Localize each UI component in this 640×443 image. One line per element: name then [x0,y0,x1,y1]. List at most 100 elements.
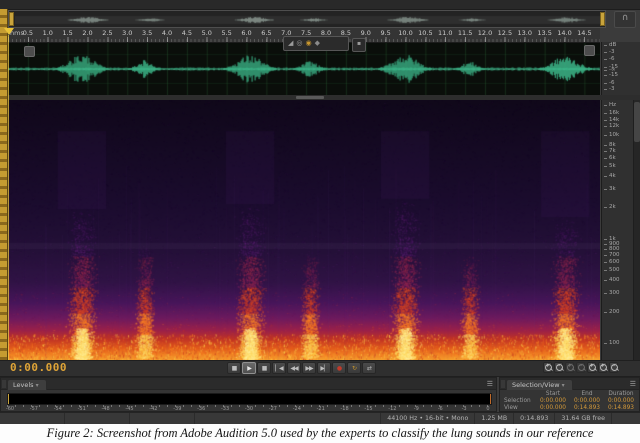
amplitude-scale[interactable]: dB-3-6-15-∞-15-6-3 [601,42,640,95]
clip-badge-icon[interactable] [24,46,35,57]
status-segment: 31.64 GB free [555,413,612,424]
status-empty-segment [130,413,195,424]
ruler-label: 10.0 [398,29,412,37]
selview-row: Selection0:00.0000:00.0000:00.000 [502,398,639,405]
zoom-out-vertical-button[interactable]: − [576,362,585,373]
ruler-label: 11.0 [438,29,452,37]
freq-label: 5k [609,164,616,170]
db-label: -3 [609,50,614,56]
ruler-label: 9.5 [380,29,390,37]
selview-value[interactable]: 0:14.893 [570,406,604,412]
zoom-sign: + [544,363,551,370]
playhead-marker[interactable] [4,28,14,35]
panel-left-drag-strip[interactable] [0,9,8,377]
freq-label: 7k [609,149,616,155]
selview-value[interactable]: 0:00.000 [604,399,638,405]
rewind-button[interactable]: ◀◀ [287,362,301,374]
ruler-label: 1.0 [43,29,53,37]
zoom-out-button[interactable]: − [554,362,563,373]
panel-menu-icon[interactable]: ☰ [630,380,636,388]
hud-pin-icon[interactable]: ▪ [352,38,366,52]
tab-selection-view[interactable]: Selection/View ▾ [506,379,573,390]
ruler-label: 14.0 [557,29,571,37]
freq-label: 100 [609,341,620,347]
ruler-label: 12.5 [498,29,512,37]
status-bar: 44100 Hz • 16-bit • Mono1.25 MB0:14.8933… [0,412,640,424]
vertical-scrollbar[interactable] [633,100,640,360]
ruler-label: 10.5 [418,29,432,37]
selview-value[interactable]: 0:00.000 [536,399,570,405]
ruler-label: 13.0 [518,29,532,37]
zoom-in-point-button[interactable]: + [598,362,607,373]
navigator-left-handle[interactable] [9,12,14,26]
skip-selection-button[interactable]: ⇄ [362,362,376,374]
ruler-label: 0.5 [23,29,33,37]
time-display[interactable]: 0:00.000 [10,361,67,374]
spectrogram-display[interactable] [8,100,600,360]
zoom-in-vertical-button[interactable]: + [565,362,574,373]
selview-column-header: Start [536,392,570,398]
status-segment: 0:14.893 [514,413,555,424]
status-segment: 1.25 MB [475,413,514,424]
skip-to-end-button[interactable]: ▶▏ [317,362,331,374]
selview-value[interactable]: 0:00.000 [536,406,570,412]
hud-volume-knob-icon[interactable]: ◎ [296,40,302,47]
navigator-right-handle[interactable] [600,12,605,26]
selection-view-table: StartEndDurationSelection0:00.0000:00.00… [502,391,639,412]
status-empty-segment [0,413,65,424]
selview-value[interactable]: 0:00.000 [570,399,604,405]
freq-label: 4k [609,174,616,180]
zoom-in-button[interactable]: + [543,362,552,373]
level-meter [7,393,492,405]
zoom-to-selection-button[interactable]: + [587,362,596,373]
splitter-grip[interactable] [296,96,324,99]
ruler-label: 14.5 [577,29,591,37]
meter-min-post [8,394,9,404]
loop-playback-button[interactable]: ↻ [347,362,361,374]
hud-fade-icon[interactable]: ◢ [288,40,293,47]
zoom-sign: + [566,363,573,370]
freq-label: 2k [609,205,616,211]
hud-gain-knob-icon[interactable]: ◉ [306,40,312,47]
levels-panel: Levels ▾ ☰ -60-57-54-51-48-45-42-39-36-3… [0,377,497,412]
status-empty-segment [65,413,130,424]
ruler-label: 2.0 [82,29,92,37]
selview-column-header: End [570,392,604,398]
audition-window: ∩ 0.51.01.52.02.53.03.54.04.55.05.56.06.… [0,0,640,443]
overview-navigator[interactable] [8,10,606,28]
panel-menu-icon[interactable]: ☰ [487,380,493,388]
status-info-segments: 44100 Hz • 16-bit • Mono1.25 MB0:14.8933… [381,413,612,424]
selview-row-label: View [502,406,536,412]
selview-column-header: Duration [604,392,638,398]
fast-forward-button[interactable]: ▶▶ [302,362,316,374]
clip-badge-right-icon[interactable] [584,45,595,56]
levels-tabstrip: Levels ▾ ☰ [1,378,496,390]
selview-row-label: Selection [502,399,536,405]
ruler-label: 2.5 [102,29,112,37]
tab-levels[interactable]: Levels ▾ [7,379,47,390]
panel-grip[interactable] [501,380,505,388]
freq-label: 500 [609,268,620,274]
zoom-full-button[interactable]: − [609,362,618,373]
meter-max-post [490,394,491,404]
ruler-label: 12.0 [478,29,492,37]
db-label: -3 [609,87,614,93]
transport-controls: ■▶▮▮▏◀◀◀▶▶▶▏●↻⇄ [227,362,376,374]
skip-to-start-button[interactable]: ▏◀ [272,362,286,374]
scrollbar-thumb[interactable] [634,102,640,142]
selview-header-row: StartEndDuration [502,391,639,398]
play-button[interactable]: ▶ [242,362,256,374]
spectrogram-panel[interactable] [8,100,600,360]
stop-button[interactable]: ■ [227,362,241,374]
panel-grip[interactable] [2,380,6,388]
pause-button[interactable]: ▮▮ [257,362,271,374]
ruler-label: 6.5 [261,29,271,37]
hud-toolbar: ◢◎ ◉◆ [283,36,349,51]
record-button[interactable]: ● [332,362,346,374]
zoom-sign: + [588,363,595,370]
selection-view-panel: Selection/View ▾ ☰ StartEndDurationSelec… [499,377,640,412]
hud-settings-icon[interactable]: ◆ [315,40,320,47]
monitor-options-icon[interactable]: ∩ [614,11,636,28]
ruler-label: 1.5 [62,29,72,37]
selview-value[interactable]: 0:14.893 [604,406,638,412]
